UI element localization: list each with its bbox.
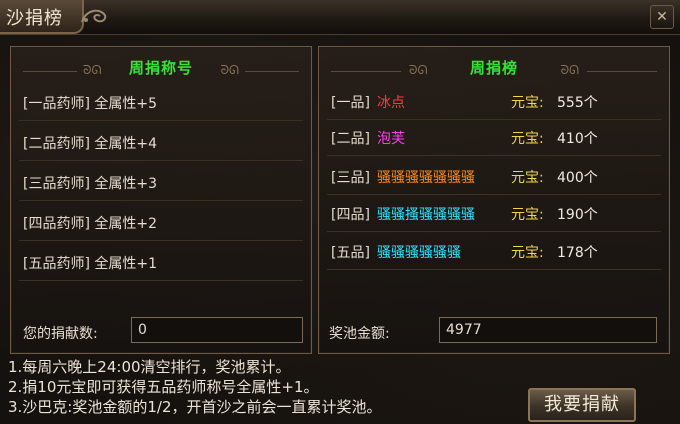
- currency-label: 元宝:: [511, 95, 544, 111]
- rank-label: [三品]: [331, 170, 370, 186]
- title-reward-item: [四品药师] 全属性+2: [23, 216, 158, 232]
- scroll-ornament-icon: ᘐᘏ: [83, 63, 102, 77]
- rule-line: 2.捐10元宝即可获得五品药师称号全属性+1。: [8, 378, 319, 396]
- header-divider: [587, 71, 657, 72]
- header-divider: [23, 71, 77, 72]
- title-bar[interactable]: 沙捐榜 ✕: [0, 0, 680, 35]
- row-divider: [19, 200, 303, 201]
- donation-amount: 400个: [557, 170, 598, 186]
- rank-label: [五品]: [331, 245, 370, 261]
- window-title: 沙捐榜: [6, 8, 63, 29]
- panel-title: 周捐称号: [128, 59, 193, 77]
- rank-label: [四品]: [331, 207, 370, 223]
- prize-pool-label: 奖池金额:: [329, 326, 390, 342]
- close-icon: ✕: [656, 9, 668, 25]
- header-divider: [245, 71, 299, 72]
- donation-amount: 410个: [557, 131, 598, 147]
- row-divider: [19, 160, 303, 161]
- donation-amount: 555个: [557, 95, 598, 111]
- title-rewards-panel: ᘐᘏ 周捐称号 ᘐᘏ [一品药师] 全属性+5 [二品药师] 全属性+4 [三品…: [10, 46, 312, 354]
- panel-title: 周捐榜: [469, 59, 518, 77]
- row-divider: [19, 240, 303, 241]
- ranking-row: [四品] 骚骚搔骚骚骚骚 元宝: 190个: [331, 201, 657, 229]
- currency-label: 元宝:: [511, 170, 544, 186]
- title-reward-item: [二品药师] 全属性+4: [23, 136, 158, 152]
- player-name: 骚骚骚骚骚骚骚: [377, 170, 475, 186]
- prize-pool-field[interactable]: [439, 317, 657, 343]
- rank-label: [二品]: [331, 131, 370, 147]
- ranking-row: [五品] 骚骚骚骚骚骚 元宝: 178个: [331, 239, 657, 267]
- scroll-ornament-icon: ᘐᘏ: [560, 63, 579, 77]
- row-divider: [327, 231, 661, 232]
- rule-line: 3.沙巴克:奖池金额的1/2，开首沙之前会一直累计奖池。: [8, 398, 382, 416]
- currency-label: 元宝:: [511, 131, 544, 147]
- dragon-ornament-icon: [81, 9, 107, 23]
- weekly-ranking-panel: ᘐᘏ 周捐榜 ᘐᘏ [一品] 冰点 元宝: 555个 [二品] 泡芙 元宝: 4…: [318, 46, 670, 354]
- panel-header: ᘐᘏ 周捐榜 ᘐᘏ: [319, 57, 669, 79]
- ranking-row: [二品] 泡芙 元宝: 410个: [331, 125, 657, 153]
- currency-label: 元宝:: [511, 207, 544, 223]
- rules-text: 1.每周六晚上24:00清空排行，奖池累计。 2.捐10元宝即可获得五品药师称号…: [8, 357, 382, 417]
- row-divider: [327, 269, 661, 270]
- title-reward-item: [一品药师] 全属性+5: [23, 96, 158, 112]
- row-divider: [327, 155, 661, 156]
- rank-label: [一品]: [331, 95, 370, 111]
- player-name: 骚骚搔骚骚骚骚: [377, 207, 475, 223]
- scroll-ornament-icon: ᘐᘏ: [220, 63, 239, 77]
- ranking-row: [三品] 骚骚骚骚骚骚骚 元宝: 400个: [331, 164, 657, 192]
- player-name: 骚骚骚骚骚骚: [377, 245, 461, 261]
- panel-header: ᘐᘏ 周捐称号 ᘐᘏ: [11, 57, 311, 79]
- title-reward-item: [五品药师] 全属性+1: [23, 256, 158, 272]
- donate-button[interactable]: 我要捐献: [528, 388, 636, 422]
- close-button[interactable]: ✕: [650, 5, 674, 29]
- donation-amount: 190个: [557, 207, 598, 223]
- row-divider: [327, 119, 661, 120]
- row-divider: [19, 120, 303, 121]
- currency-label: 元宝:: [511, 245, 544, 261]
- rule-line: 1.每周六晚上24:00清空排行，奖池累计。: [8, 358, 291, 376]
- row-divider: [19, 280, 303, 281]
- title-reward-item: [三品药师] 全属性+3: [23, 176, 158, 192]
- ranking-row: [一品] 冰点 元宝: 555个: [331, 89, 657, 117]
- scroll-ornament-icon: ᘐᘏ: [409, 63, 428, 77]
- donation-window: 沙捐榜 ✕ ᘐᘏ 周捐称号 ᘐᘏ [一品药师] 全属性+5 [二品药师] 全属性…: [0, 0, 680, 424]
- donation-count-label: 您的捐献数:: [23, 326, 98, 342]
- row-divider: [327, 194, 661, 195]
- player-name: 冰点: [377, 95, 405, 111]
- donation-count-field[interactable]: [131, 317, 303, 343]
- player-name: 泡芙: [377, 131, 405, 147]
- donation-amount: 178个: [557, 245, 598, 261]
- header-divider: [331, 71, 401, 72]
- title-tab: 沙捐榜: [0, 0, 84, 34]
